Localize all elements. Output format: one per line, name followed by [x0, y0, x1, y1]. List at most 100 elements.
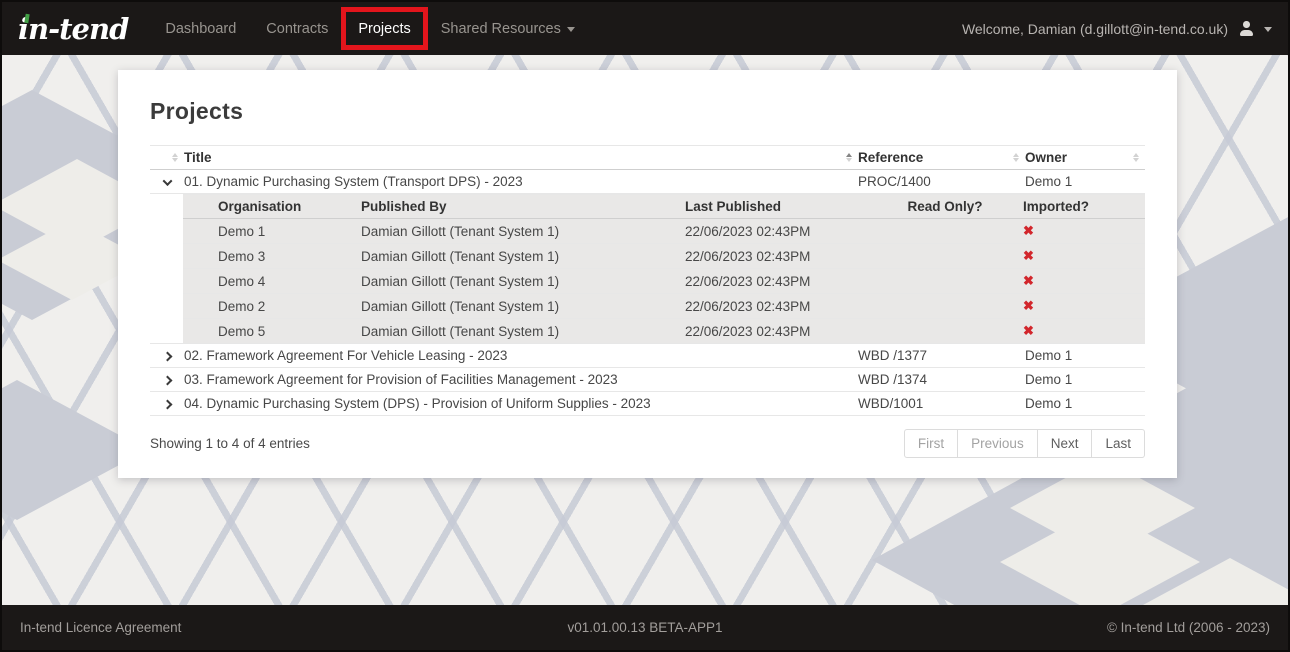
user-menu-caret-icon[interactable] — [1264, 27, 1272, 32]
expand-row-icon[interactable] — [162, 352, 172, 362]
detail-cell-published-by: Damian Gillott (Tenant System 1) — [361, 244, 685, 269]
detail-cell-imported-icon: ✖ — [1005, 244, 1145, 269]
nav-item-label: Shared Resources — [441, 21, 561, 37]
detail-cell-read-only — [885, 219, 1005, 244]
sort-icon — [846, 153, 852, 163]
project-reference: WBD/1001 — [858, 392, 1025, 416]
nav-item-shared-resources[interactable]: Shared Resources — [426, 2, 590, 55]
projects-table-header-row: Title Reference Owner — [150, 146, 1145, 170]
project-owner: Demo 1 — [1025, 170, 1145, 194]
nav-item-label: Projects — [358, 21, 410, 37]
detail-cell-organisation: Demo 2 — [183, 294, 361, 319]
published-organisations-table: OrganisationPublished ByLast PublishedRe… — [183, 194, 1145, 343]
sort-icon — [1013, 153, 1019, 163]
detail-cell-published-by: Damian Gillott (Tenant System 1) — [361, 269, 685, 294]
app-window: in-tend Dashboard Contracts Projects Shared… — [0, 0, 1290, 652]
entries-summary: Showing 1 to 4 of 4 entries — [150, 436, 310, 451]
nav-item-dashboard[interactable]: Dashboard — [150, 2, 251, 55]
nav-item-label: Dashboard — [165, 21, 236, 37]
not-imported-x-icon: ✖ — [1023, 298, 1034, 313]
not-imported-x-icon: ✖ — [1023, 273, 1034, 288]
detail-cell-published-by: Damian Gillott (Tenant System 1) — [361, 294, 685, 319]
detail-cell-published-by: Damian Gillott (Tenant System 1) — [361, 319, 685, 344]
sort-icon — [1133, 153, 1139, 163]
detail-cell-read-only — [885, 294, 1005, 319]
project-reference: WBD /1374 — [858, 368, 1025, 392]
project-title: 02. Framework Agreement For Vehicle Leas… — [184, 344, 858, 368]
page-title: Projects — [150, 98, 1145, 125]
dropdown-caret-icon — [567, 27, 575, 32]
expand-row-icon[interactable] — [162, 400, 172, 410]
not-imported-x-icon: ✖ — [1023, 223, 1034, 238]
page-button-first[interactable]: First — [904, 429, 958, 458]
page-button-next[interactable]: Next — [1037, 429, 1093, 458]
detail-column-header-published-by: Published By — [361, 195, 685, 219]
copyright-text: © In-tend Ltd (2006 - 2023) — [1107, 620, 1270, 635]
detail-cell-imported-icon: ✖ — [1005, 219, 1145, 244]
detail-cell-imported-icon: ✖ — [1005, 319, 1145, 344]
top-navbar: in-tend Dashboard Contracts Projects Shared… — [2, 2, 1288, 55]
detail-cell-published-by: Damian Gillott (Tenant System 1) — [361, 219, 685, 244]
column-header-label: Owner — [1025, 150, 1133, 165]
projects-table: Title Reference Owner 01. Dynamic Purchasi… — [150, 145, 1145, 416]
app-footer: v01.01.00.13 BETA-APP1 In-tend Licence A… — [2, 605, 1288, 650]
project-owner: Demo 1 — [1025, 344, 1145, 368]
project-reference: WBD /1377 — [858, 344, 1025, 368]
organisation-row: Demo 5Damian Gillott (Tenant System 1)22… — [183, 319, 1145, 344]
project-row[interactable]: 04. Dynamic Purchasing System (DPS) - Pr… — [150, 392, 1145, 416]
project-row[interactable]: 01. Dynamic Purchasing System (Transport… — [150, 170, 1145, 194]
project-title: 03. Framework Agreement for Provision of… — [184, 368, 858, 392]
detail-column-header-imported: Imported? — [1005, 195, 1145, 219]
column-header-reference[interactable]: Reference — [858, 146, 1025, 170]
table-footer: Showing 1 to 4 of 4 entries FirstPreviou… — [150, 429, 1145, 458]
nav-item-contracts[interactable]: Contracts — [251, 2, 343, 55]
detail-cell-last-published: 22/06/2023 02:43PM — [685, 319, 885, 344]
column-header-expand[interactable] — [150, 146, 184, 170]
logo-text: in-tend — [18, 12, 128, 46]
organisation-row: Demo 1Damian Gillott (Tenant System 1)22… — [183, 219, 1145, 244]
detail-cell-last-published: 22/06/2023 02:43PM — [685, 219, 885, 244]
organisation-row: Demo 2Damian Gillott (Tenant System 1)22… — [183, 294, 1145, 319]
nav-menu: Dashboard Contracts Projects Shared Resourc… — [150, 2, 589, 55]
column-header-label: Reference — [858, 150, 1013, 165]
page-button-previous[interactable]: Previous — [957, 429, 1038, 458]
nav-item-label: Contracts — [266, 21, 328, 37]
detail-cell-last-published: 22/06/2023 02:43PM — [685, 269, 885, 294]
detail-cell-read-only — [885, 319, 1005, 344]
not-imported-x-icon: ✖ — [1023, 248, 1034, 263]
detail-column-header-organisation: Organisation — [183, 195, 361, 219]
detail-cell-organisation: Demo 4 — [183, 269, 361, 294]
not-imported-x-icon: ✖ — [1023, 323, 1034, 338]
project-reference: PROC/1400 — [858, 170, 1025, 194]
licence-agreement-link[interactable]: In-tend Licence Agreement — [20, 620, 181, 635]
project-row[interactable]: 03. Framework Agreement for Provision of… — [150, 368, 1145, 392]
detail-cell-organisation: Demo 3 — [183, 244, 361, 269]
page-background: Projects Title Reference Owner 01. Dynamic… — [2, 55, 1288, 605]
user-profile-icon[interactable] — [1238, 21, 1254, 36]
sort-icon — [172, 153, 178, 163]
detail-cell-last-published: 22/06/2023 02:43PM — [685, 294, 885, 319]
column-header-title[interactable]: Title — [184, 146, 858, 170]
projects-panel: Projects Title Reference Owner 01. Dynamic… — [118, 70, 1177, 478]
project-owner: Demo 1 — [1025, 368, 1145, 392]
intend-logo[interactable]: in-tend — [18, 12, 128, 46]
project-title: 04. Dynamic Purchasing System (DPS) - Pr… — [184, 392, 858, 416]
detail-cell-last-published: 22/06/2023 02:43PM — [685, 244, 885, 269]
detail-cell-read-only — [885, 244, 1005, 269]
collapse-row-icon[interactable] — [162, 176, 172, 186]
welcome-text: Welcome, Damian (d.gillott@in-tend.co.uk… — [962, 21, 1228, 37]
page-button-last[interactable]: Last — [1091, 429, 1145, 458]
project-row[interactable]: 02. Framework Agreement For Vehicle Leas… — [150, 344, 1145, 368]
organisation-row: Demo 4Damian Gillott (Tenant System 1)22… — [183, 269, 1145, 294]
project-detail-row: OrganisationPublished ByLast PublishedRe… — [150, 194, 1145, 344]
column-header-label: Title — [184, 150, 846, 165]
organisation-row: Demo 3Damian Gillott (Tenant System 1)22… — [183, 244, 1145, 269]
project-title: 01. Dynamic Purchasing System (Transport… — [184, 170, 858, 194]
pagination: FirstPreviousNextLast — [904, 429, 1145, 458]
nav-item-projects[interactable]: Projects — [343, 2, 425, 55]
detail-column-header-last-published: Last Published — [685, 195, 885, 219]
detail-cell-organisation: Demo 5 — [183, 319, 361, 344]
user-area: Welcome, Damian (d.gillott@in-tend.co.uk… — [962, 21, 1272, 37]
expand-row-icon[interactable] — [162, 376, 172, 386]
column-header-owner[interactable]: Owner — [1025, 146, 1145, 170]
